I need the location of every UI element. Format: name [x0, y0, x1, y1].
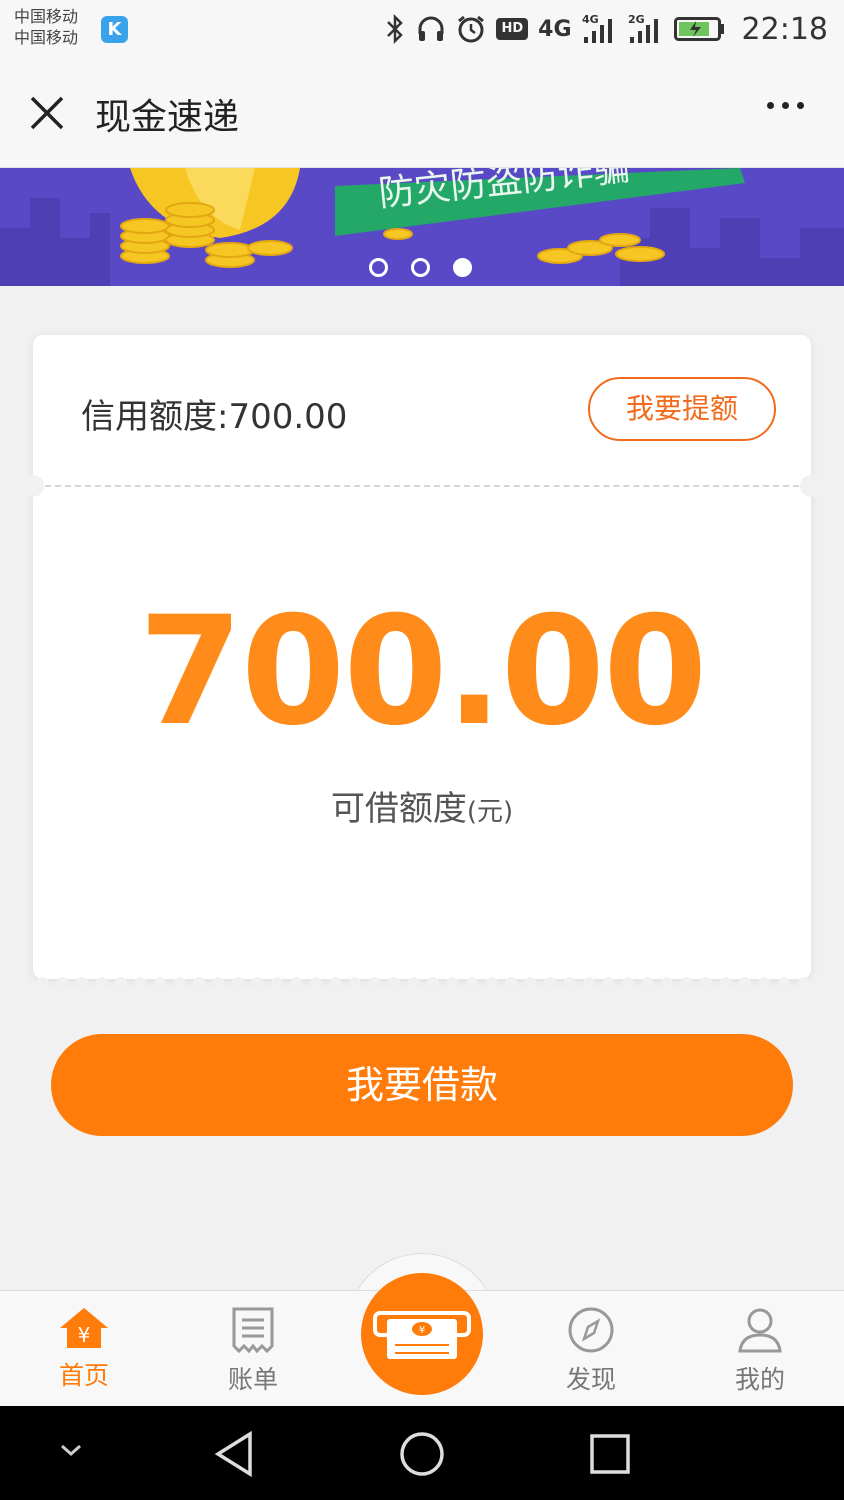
user-icon	[738, 1308, 782, 1353]
headphones-icon	[418, 16, 444, 41]
carrier-2: 中国移动	[14, 28, 79, 47]
nav-recents-icon[interactable]	[588, 1432, 632, 1476]
more-dot-icon	[767, 102, 774, 109]
center-cash-button[interactable]: ¥	[361, 1273, 483, 1395]
signal-2-icon: 2G	[628, 13, 658, 43]
cash-atm-icon: ¥	[373, 1311, 471, 1359]
dashed-divider	[45, 485, 799, 487]
system-nav-bar	[0, 1406, 844, 1500]
hd-icon: HD	[496, 18, 529, 40]
status-bar: 中国移动 中国移动 K HD 4G 4G 2G 22:18	[0, 0, 844, 58]
home-yen-icon: ¥	[60, 1308, 108, 1348]
bill-icon	[232, 1307, 274, 1354]
close-icon	[30, 96, 64, 130]
alarm-icon	[458, 15, 485, 43]
tab-bill-label: 账单	[227, 1365, 278, 1394]
status-icons: HD 4G 4G 2G 22:18	[384, 10, 828, 48]
tab-mine-label: 我的	[734, 1365, 785, 1394]
banner-dot-active[interactable]	[453, 258, 472, 277]
page-title: 现金速递	[95, 97, 240, 138]
card-notch-left	[22, 475, 44, 497]
more-menu-button[interactable]	[767, 102, 804, 109]
borrow-button[interactable]: 我要借款	[51, 1034, 793, 1136]
compass-icon	[568, 1307, 614, 1353]
tab-mine[interactable]: 我的	[700, 1306, 820, 1396]
banner-dot[interactable]	[369, 258, 388, 277]
available-amount: 700.00	[138, 585, 708, 759]
amount-label-text: 可借额度	[330, 789, 467, 829]
tab-discover-label: 发现	[565, 1365, 616, 1394]
card-scallop-edge	[37, 977, 810, 987]
carrier-1: 中国移动	[14, 7, 79, 26]
available-amount-label: 可借额度(元)	[33, 781, 811, 830]
nav-back-icon[interactable]	[212, 1430, 256, 1478]
bluetooth-icon	[387, 13, 404, 45]
more-dot-icon	[797, 102, 804, 109]
clock: 22:18	[741, 11, 828, 47]
svg-text:4G: 4G	[582, 13, 599, 26]
battery-icon	[673, 17, 724, 41]
app-badge-icon: K	[101, 16, 128, 43]
amount-unit: (元)	[466, 797, 514, 827]
card-notch-right	[800, 475, 822, 497]
credit-limit-label: 信用额度:700.00	[81, 397, 348, 437]
credit-card-panel: 信用额度:700.00 我要提额 700.00 可借额度(元)	[22, 335, 822, 987]
title-bar: 现金速递	[0, 58, 844, 168]
svg-text:¥: ¥	[419, 1325, 425, 1336]
svg-text:¥: ¥	[78, 1323, 91, 1347]
banner-dot[interactable]	[411, 258, 430, 277]
carrier-info: 中国移动 中国移动	[14, 6, 78, 48]
tab-home[interactable]: ¥ 首页	[24, 1306, 144, 1392]
svg-text:2G: 2G	[628, 13, 645, 26]
signal-1-icon: 4G	[582, 13, 612, 43]
banner-pagination	[369, 258, 472, 277]
tab-discover[interactable]: 发现	[531, 1306, 651, 1396]
nav-collapse-icon[interactable]	[56, 1438, 86, 1462]
tab-bill[interactable]: 账单	[193, 1306, 313, 1396]
tab-home-label: 首页	[58, 1361, 109, 1390]
raise-limit-button[interactable]: 我要提额	[588, 377, 776, 441]
network-4g-label: 4G	[538, 16, 572, 42]
more-dot-icon	[782, 102, 789, 109]
close-button[interactable]	[24, 90, 70, 136]
nav-home-icon[interactable]	[398, 1430, 446, 1478]
